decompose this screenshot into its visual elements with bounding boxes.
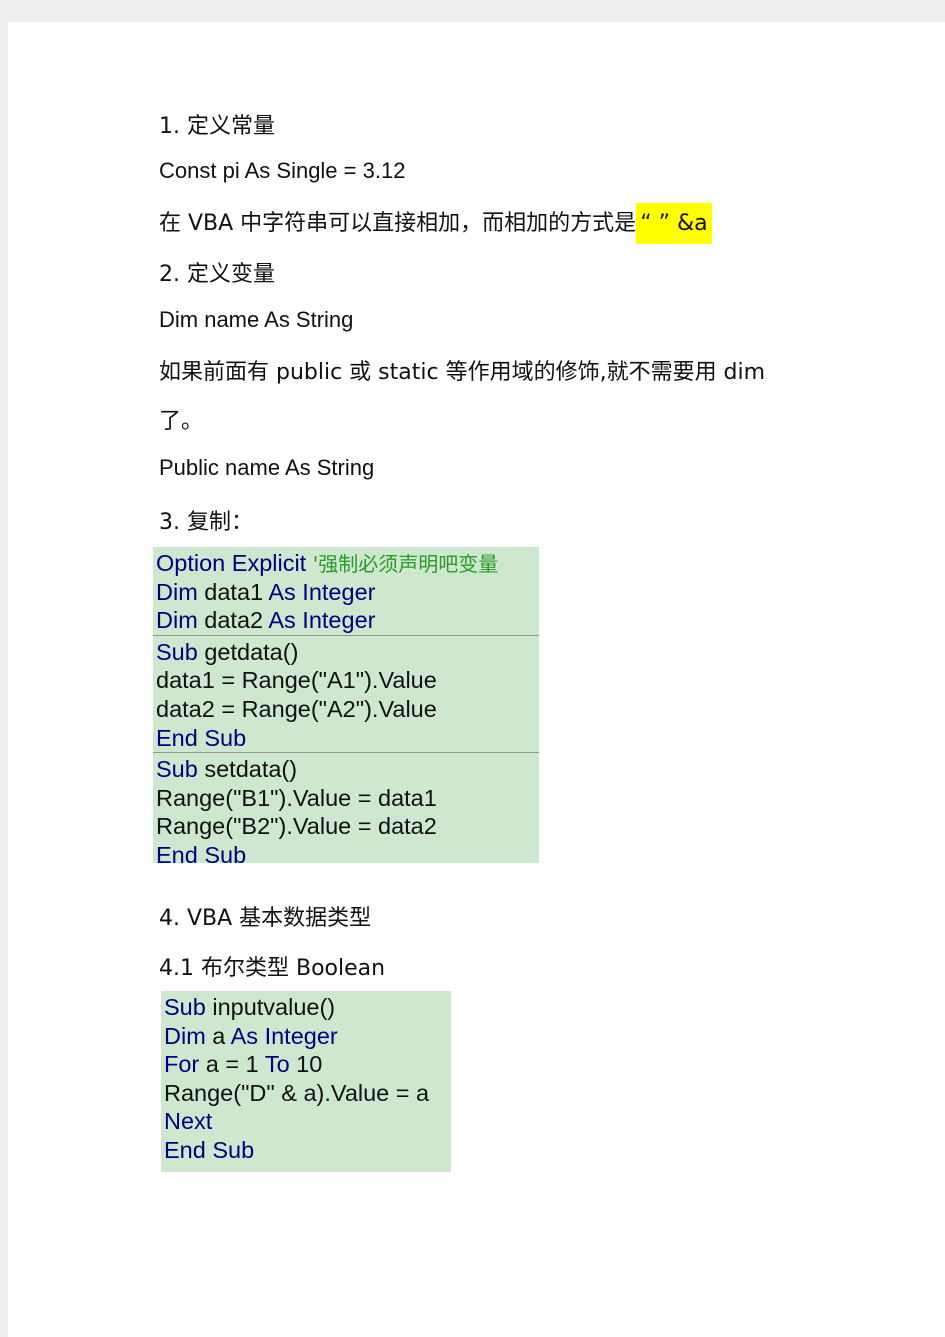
const-line: Const pi As Single = 3.12 (159, 158, 406, 183)
concat-highlight: “ ” &a (636, 203, 712, 244)
code-comment: '强制必须声明吧变量 (312, 552, 499, 576)
code-text: data2 = Range("A2").Value (156, 695, 437, 722)
code-text: data2 (204, 607, 269, 634)
code-keyword: As Integer (268, 607, 376, 634)
code-line: End Sub (164, 1136, 451, 1165)
code-line: Dim a As Integer (164, 1022, 451, 1051)
code-line: End Sub (156, 841, 539, 870)
code-line: Range("D" & a).Value = a (164, 1079, 451, 1108)
code-line: Sub setdata() (156, 755, 539, 784)
code-line: End Sub (156, 724, 539, 753)
code-text: 10 (296, 1051, 323, 1078)
code-line: data2 = Range("A2").Value (156, 695, 539, 724)
code-keyword: Dim (156, 607, 205, 634)
code-keyword: Dim (156, 578, 205, 605)
code-keyword: Sub (156, 756, 205, 783)
code-section: Sub setdata() Range("B1").Value = data1 Ra… (153, 752, 539, 869)
code-keyword: Sub (164, 994, 213, 1020)
heading-copy: 3. 复制： (159, 510, 253, 535)
code-block-copy: Option Explicit '强制必须声明吧变量 Dim data1 As I… (153, 547, 539, 868)
code-line: For a = 1 To 10 (164, 1050, 451, 1079)
code-keyword: End Sub (156, 724, 247, 751)
heading-constants: 1. 定义常量 (159, 114, 275, 139)
heading-variables: 2. 定义变量 (159, 262, 275, 287)
scope-note-line-2: 了。 (159, 409, 204, 434)
code-block-boolean: Sub inputvalue() Dim a As Integer For a = … (161, 991, 451, 1172)
dim-line: Dim name As String (159, 307, 354, 332)
heading-data-types: 4. VBA 基本数据类型 (159, 906, 372, 931)
code-text: Range("B2").Value = data2 (156, 813, 437, 840)
heading-boolean: 4.1 布尔类型 Boolean (159, 956, 386, 981)
code-line: Dim data1 As Integer (156, 578, 539, 607)
code-line: Option Explicit '强制必须声明吧变量 (156, 549, 539, 578)
code-line: Sub inputvalue() (164, 993, 451, 1022)
concat-note-text: 在 VBA 中字符串可以直接相加，而相加的方式是 (159, 211, 637, 236)
code-text: getdata() (204, 638, 299, 665)
code-keyword: As Integer (268, 578, 376, 605)
code-line: Range("B1").Value = data1 (156, 784, 539, 813)
code-line: Range("B2").Value = data2 (156, 812, 539, 841)
code-keyword: Sub (156, 638, 205, 665)
code-line: Next (164, 1107, 451, 1136)
code-keyword: Next (164, 1108, 213, 1135)
document-page: 1. 定义常量 Const pi As Single = 3.12 在 VBA … (8, 22, 945, 1337)
code-keyword: Dim (164, 1022, 213, 1049)
code-text: data1 = Range("A1").Value (156, 667, 437, 694)
code-keyword: As Integer (230, 1022, 338, 1049)
code-text: data1 (204, 578, 269, 605)
code-text: Range("B1").Value = data1 (156, 784, 437, 811)
code-text: setdata() (204, 756, 298, 783)
scope-note-line-1: 如果前面有 public 或 static 等作用域的修饰,就不需要用 dim (159, 360, 766, 385)
code-keyword: End Sub (164, 1136, 255, 1163)
code-line: Sub getdata() (156, 638, 539, 667)
code-section: Option Explicit '强制必须声明吧变量 Dim data1 As I… (153, 547, 539, 635)
code-section: Sub getdata() data1 = Range("A1").Value da… (153, 634, 539, 753)
code-text: a = 1 (205, 1051, 265, 1078)
code-line: data1 = Range("A1").Value (156, 666, 539, 695)
code-keyword: To (264, 1051, 297, 1078)
code-keyword: End Sub (156, 841, 247, 868)
code-keyword: For (164, 1051, 206, 1078)
concat-note: 在 VBA 中字符串可以直接相加，而相加的方式是 “ ” &a (159, 203, 712, 244)
code-keyword: Option Explicit (156, 550, 313, 576)
public-line: Public name As String (159, 455, 375, 480)
code-text: Range("D" & a).Value = a (164, 1079, 430, 1106)
code-text: a (212, 1022, 231, 1049)
code-line: Dim data2 As Integer (156, 606, 539, 635)
code-section: Sub inputvalue() Dim a As Integer For a = … (161, 991, 451, 1165)
code-text: inputvalue() (212, 994, 336, 1020)
